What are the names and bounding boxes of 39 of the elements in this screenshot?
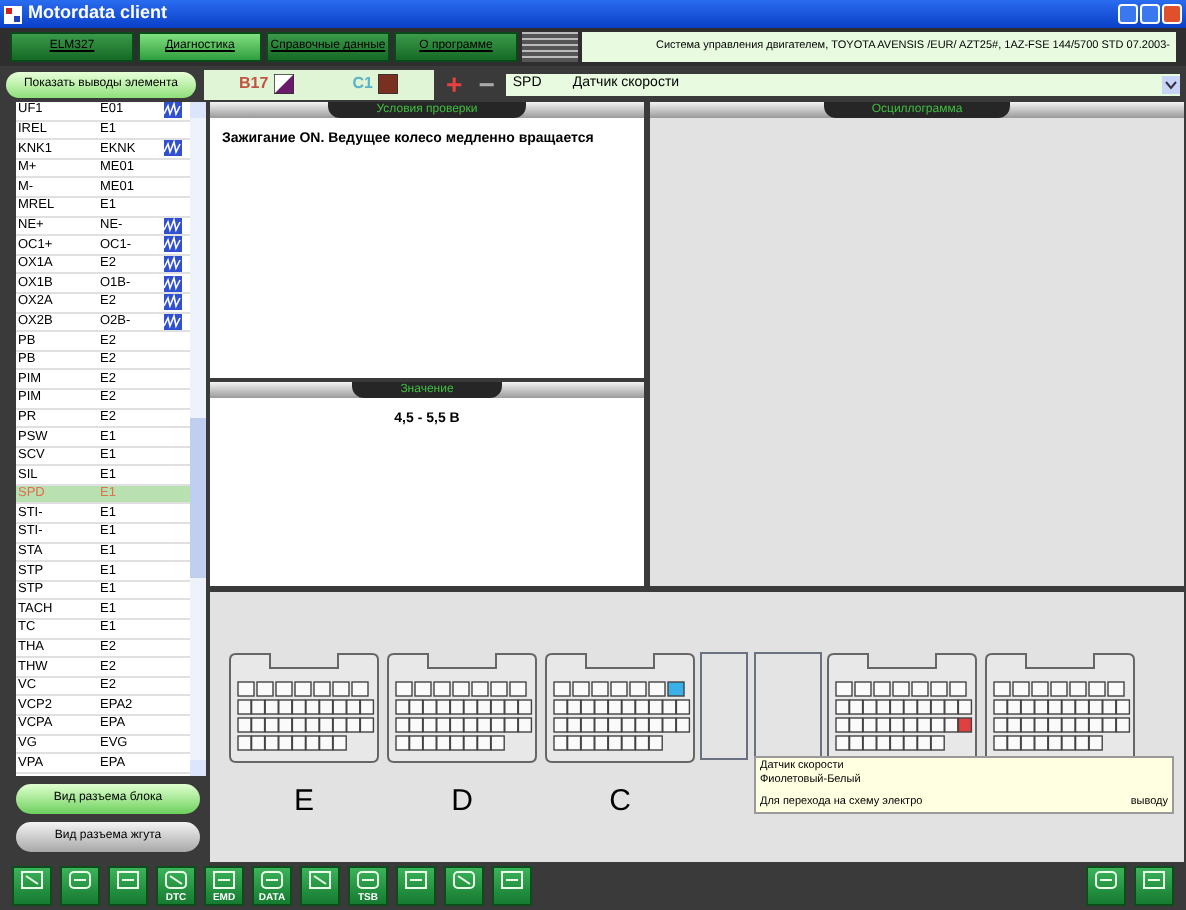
connector-label: E <box>293 782 314 822</box>
toolbar-button[interactable] <box>396 866 436 906</box>
toolbar-button[interactable] <box>108 866 148 906</box>
tool-icon <box>212 870 236 890</box>
wire-color-swatch <box>378 74 399 94</box>
scrollbar[interactable] <box>190 102 206 776</box>
tool-icon <box>356 870 380 890</box>
tool-icon <box>1094 870 1118 890</box>
wire-color-swatch <box>274 74 295 94</box>
blank-socket <box>754 652 822 760</box>
tool-icon <box>500 870 524 890</box>
tool-icon <box>116 870 140 890</box>
zoom-out-button[interactable]: − <box>474 70 499 98</box>
maximize-button[interactable] <box>1140 4 1160 24</box>
toolbar-button[interactable] <box>444 866 484 906</box>
pin-label: C1 <box>352 72 373 96</box>
toolbar-button[interactable] <box>1134 866 1174 906</box>
window-title: Motordata client <box>28 0 168 27</box>
toolbar-button[interactable] <box>60 866 100 906</box>
dropdown-caret-icon <box>1162 75 1180 93</box>
tool-icon <box>1142 870 1166 890</box>
toolbar-button[interactable] <box>300 866 340 906</box>
tool-icon <box>260 870 284 890</box>
toolbar-button[interactable] <box>492 866 532 906</box>
tool-icon <box>452 870 476 890</box>
tool-icon <box>164 870 188 890</box>
tool-icon <box>68 870 92 890</box>
pin-label: B17 <box>239 72 269 96</box>
toolbar-button[interactable] <box>1086 866 1126 906</box>
tool-icon <box>20 870 44 890</box>
tool-icon <box>404 870 428 890</box>
close-button[interactable] <box>1162 4 1182 24</box>
connector-label: C <box>609 782 631 822</box>
connector-label: D <box>451 782 473 822</box>
blank-socket <box>700 652 748 760</box>
tool-icon <box>308 870 332 890</box>
minimize-button[interactable] <box>1118 4 1138 24</box>
toolbar-button[interactable] <box>12 866 52 906</box>
app-icon <box>4 5 22 23</box>
